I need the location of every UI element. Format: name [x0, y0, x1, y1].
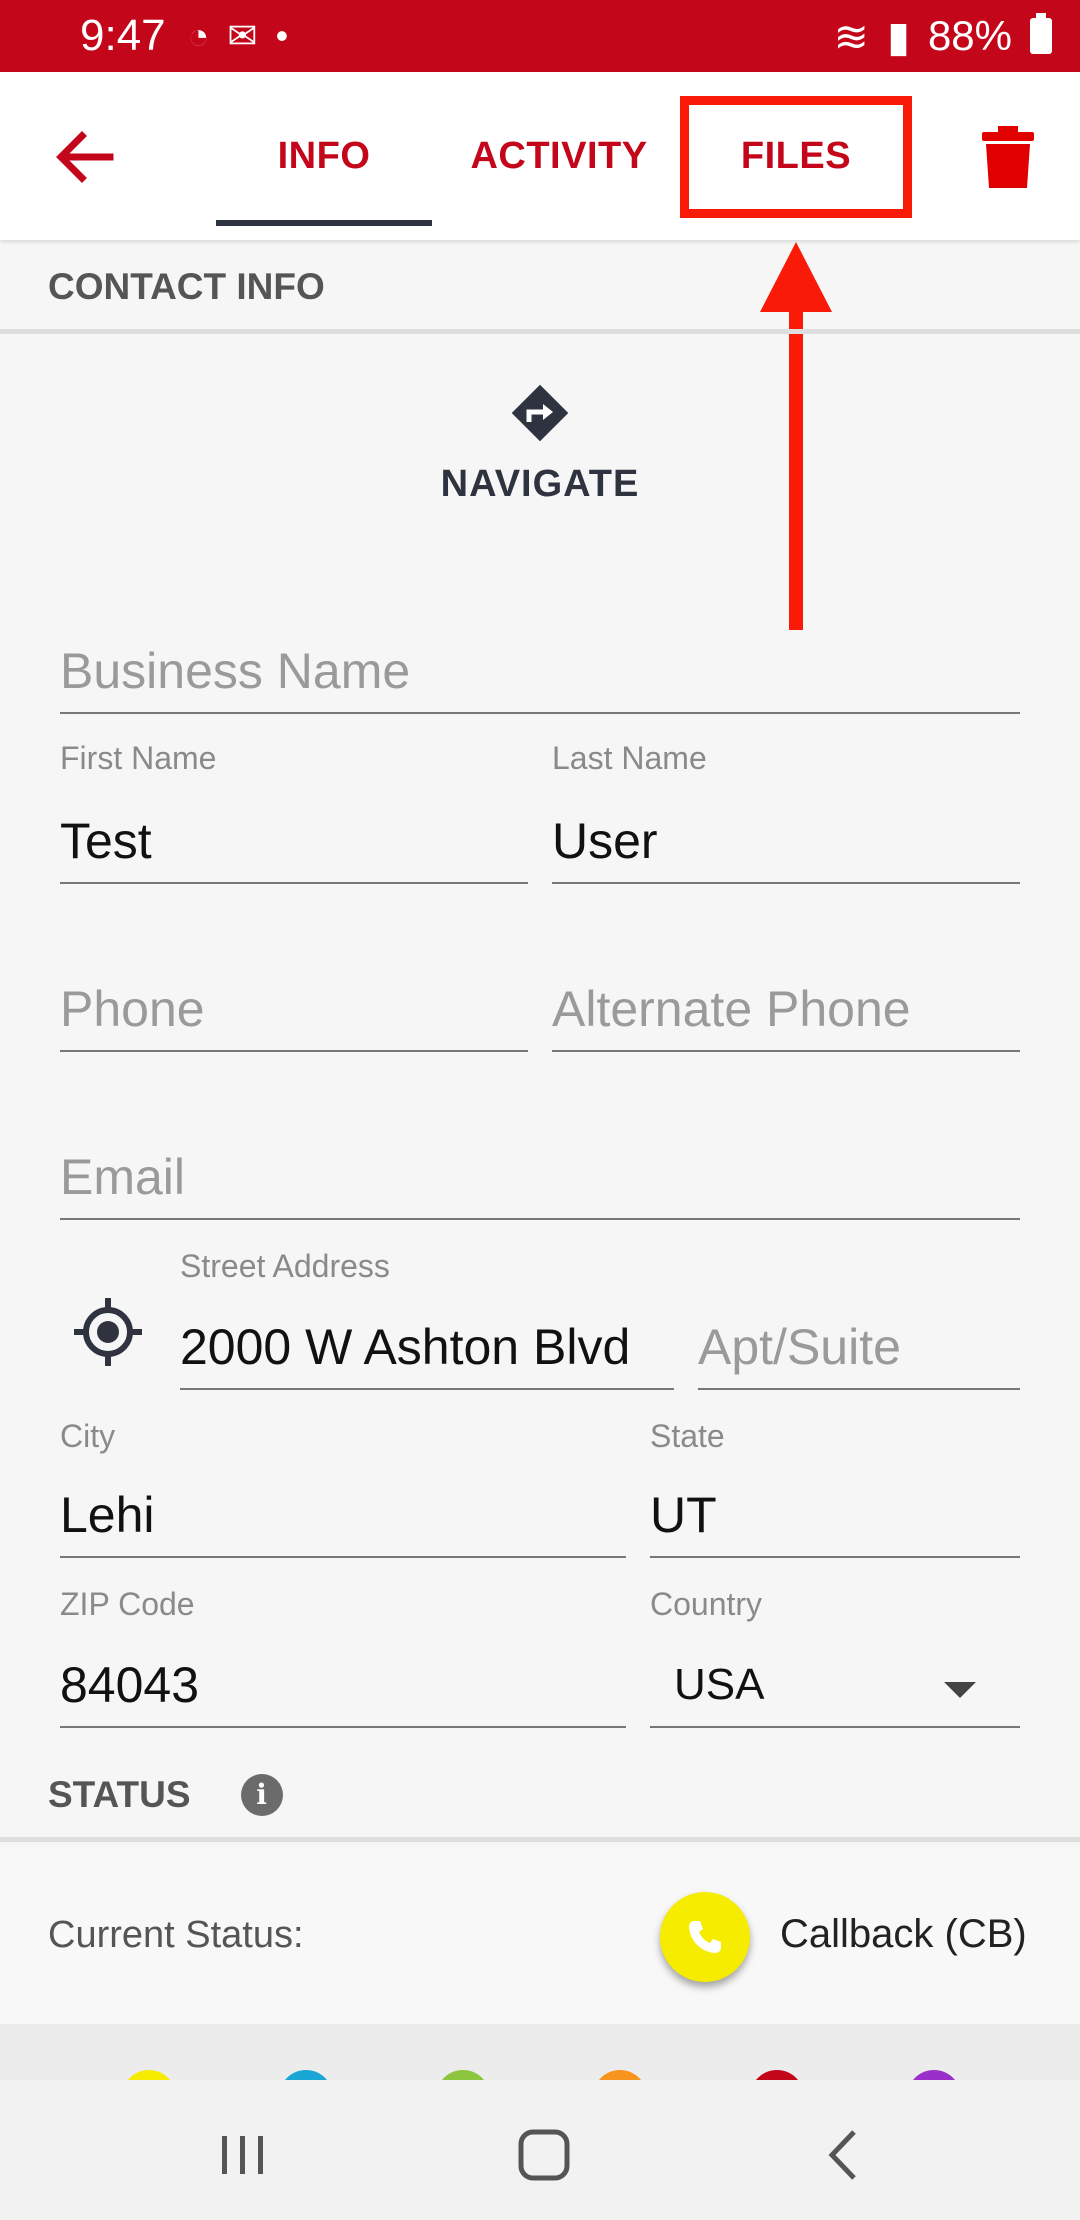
trash-icon[interactable]	[982, 126, 1034, 188]
phone-field[interactable]: Phone	[60, 968, 528, 1052]
business-name-placeholder: Business Name	[60, 643, 411, 699]
notification-icon: ✉	[227, 15, 258, 56]
navigate-label: NAVIGATE	[440, 463, 640, 505]
back-icon[interactable]	[810, 2120, 880, 2190]
street-address-field[interactable]: 2000 W Ashton Blvd	[180, 1306, 674, 1390]
battery-percent: 88%	[927, 12, 1012, 59]
status-option-dot[interactable]	[279, 2070, 333, 2080]
state-value: UT	[650, 1487, 717, 1543]
city-value: Lehi	[60, 1487, 155, 1543]
zip-label: ZIP Code	[60, 1586, 195, 1622]
status-options-strip	[0, 2024, 1080, 2080]
status-option-dot[interactable]	[122, 2070, 176, 2080]
last-name-label: Last Name	[552, 740, 707, 776]
wifi-icon: ≋	[833, 12, 869, 60]
apt-suite-placeholder: Apt/Suite	[698, 1319, 901, 1375]
status-title: STATUS	[48, 1773, 191, 1815]
country-label: Country	[650, 1586, 763, 1622]
first-name-value: Test	[60, 813, 152, 869]
first-name-label: First Name	[60, 740, 217, 776]
status-time: 9:47	[80, 11, 166, 60]
current-status-row: Current Status: Callback (CB)	[0, 1848, 1080, 2024]
phone-icon	[689, 1921, 721, 1953]
battery-icon	[1030, 13, 1052, 54]
status-header: STATUS i	[0, 1752, 1080, 1842]
email-placeholder: Email	[60, 1149, 186, 1205]
alternate-phone-placeholder: Alternate Phone	[552, 981, 911, 1037]
city-label: City	[60, 1418, 116, 1454]
status-option-dot[interactable]	[436, 2070, 490, 2080]
contact-info-header: CONTACT INFO	[0, 244, 1080, 334]
top-app-bar: INFO ACTIVITY FILES	[0, 72, 1080, 240]
recent-apps-icon[interactable]	[208, 2120, 278, 2190]
current-status-label: Current Status:	[48, 1914, 304, 1956]
street-address-label: Street Address	[180, 1248, 390, 1284]
zip-field[interactable]: 84043	[60, 1644, 626, 1728]
phone-placeholder: Phone	[60, 981, 205, 1037]
system-navigation-bar	[0, 2080, 1080, 2220]
status-option-dot[interactable]	[907, 2070, 961, 2080]
back-arrow-icon[interactable]	[50, 122, 120, 192]
first-name-field[interactable]: Test	[60, 800, 528, 884]
country-select[interactable]: USA	[650, 1644, 1020, 1728]
system-icons: ≋ ▮ 88%	[834, 12, 1052, 61]
directions-icon	[511, 384, 569, 442]
notification-icons: ◔ ✉ •	[188, 15, 289, 57]
last-name-field[interactable]: User	[552, 800, 1020, 884]
notification-icon: •	[275, 15, 289, 56]
state-label: State	[650, 1418, 725, 1454]
alternate-phone-field[interactable]: Alternate Phone	[552, 968, 1020, 1052]
status-option-dot[interactable]	[750, 2070, 804, 2080]
notification-icon: ◔	[187, 15, 210, 56]
signal-icon: ▮	[886, 12, 910, 60]
info-icon[interactable]: i	[240, 1773, 283, 1816]
chevron-down-icon	[944, 1682, 976, 1698]
tab-info[interactable]: INFO	[216, 72, 432, 240]
current-status-value: Callback (CB)	[780, 1912, 1027, 1956]
tab-files[interactable]: FILES	[680, 72, 912, 240]
tab-activity[interactable]: ACTIVITY	[452, 72, 666, 240]
my-location-icon[interactable]	[72, 1296, 144, 1368]
home-icon[interactable]	[509, 2120, 579, 2190]
status-callback-badge[interactable]	[660, 1892, 750, 1982]
email-field[interactable]: Email	[60, 1136, 1020, 1220]
zip-value: 84043	[60, 1657, 200, 1713]
status-option-dot[interactable]	[593, 2070, 647, 2080]
country-value: USA	[674, 1660, 765, 1709]
city-field[interactable]: Lehi	[60, 1474, 626, 1558]
apt-suite-field[interactable]: Apt/Suite	[698, 1306, 1020, 1390]
business-name-field[interactable]: Business Name	[60, 630, 1020, 714]
last-name-value: User	[552, 813, 658, 869]
state-field[interactable]: UT	[650, 1474, 1020, 1558]
navigate-button[interactable]: NAVIGATE	[400, 380, 680, 506]
status-bar: 9:47 ◔ ✉ • ≋ ▮ 88%	[0, 0, 1080, 72]
street-address-value: 2000 W Ashton Blvd	[180, 1319, 631, 1375]
